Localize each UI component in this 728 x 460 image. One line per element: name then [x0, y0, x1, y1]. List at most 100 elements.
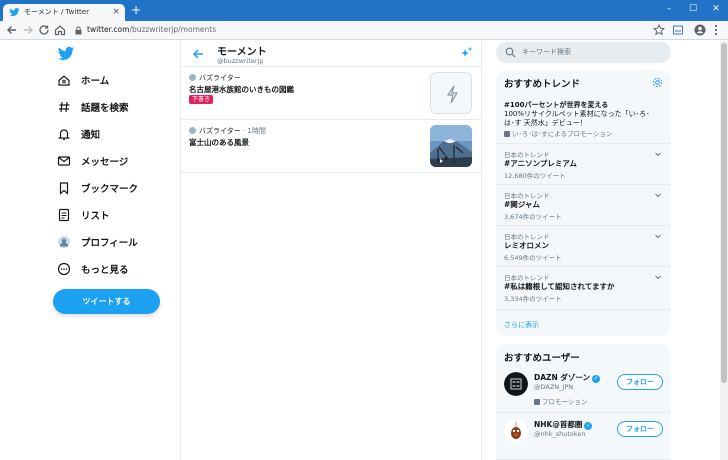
- trend-item[interactable]: #100パーセントが世界を変える 100%リサイクルペット素材になった「い･ろ･…: [496, 95, 671, 144]
- page-handle: @buzzwriterjp: [217, 57, 264, 65]
- user-handle: @DAZN_JPN: [534, 383, 574, 391]
- hashtag-icon: [59, 101, 70, 113]
- nav-messages[interactable]: メッセージ: [52, 149, 177, 173]
- show-more-link[interactable]: さらに表示: [504, 320, 539, 330]
- reload-icon[interactable]: [37, 23, 51, 37]
- page-title: モーメント: [217, 47, 267, 58]
- tab-close-icon[interactable]: ×: [112, 6, 120, 18]
- nav-more[interactable]: もっと見る: [52, 257, 177, 281]
- trends-heading: おすすめトレンド: [504, 79, 581, 90]
- nav-lists-label: リスト: [81, 211, 110, 222]
- chevron-down-icon[interactable]: [654, 232, 662, 240]
- trend-item[interactable]: 日本のトレンド #私は籍根して認知されてますか 3,334件のツイート: [496, 267, 671, 310]
- avatar: [504, 372, 528, 396]
- twitter-logo-icon[interactable]: [56, 45, 76, 63]
- maximize-button[interactable]: ☐: [684, 2, 702, 16]
- star-icon[interactable]: [652, 23, 666, 37]
- trend-name: #関ジャム: [504, 200, 540, 209]
- trend-promotion-label: い･ろ･は･すによるプロモーション: [512, 130, 613, 138]
- trend-item[interactable]: 日本のトレンド レミオロメン 6,549件のツイート: [496, 226, 671, 267]
- scrollbar[interactable]: [720, 41, 728, 460]
- search-input[interactable]: キーワード検索: [496, 42, 671, 63]
- trend-item[interactable]: 日本のトレンド #関ジャム 3,674件のツイート: [496, 185, 671, 226]
- profile-icon[interactable]: [693, 23, 707, 37]
- more-circle-icon: [57, 262, 71, 276]
- browser-tab[interactable]: モーメント / Twitter ×: [3, 4, 125, 21]
- create-moment-icon[interactable]: [459, 46, 473, 60]
- user-name: DAZN ダゾーン ✓: [534, 372, 600, 383]
- nhk-mascot-avatar: [504, 419, 528, 443]
- user-display-name: DAZN ダゾーン: [534, 373, 590, 382]
- follow-button[interactable]: フォロー: [617, 421, 663, 437]
- chevron-down-icon[interactable]: [654, 150, 662, 158]
- nav-explore[interactable]: 話題を検索: [52, 95, 177, 119]
- user-suggestion[interactable]: NHK@首都圏 ✓ @nhk_shutoken フォロー: [496, 413, 671, 460]
- back-arrow-icon[interactable]: [191, 47, 205, 61]
- promoted-icon: [534, 399, 540, 405]
- trend-name: #アニソンプレミアム: [504, 159, 577, 168]
- moment-thumbnail-photo: [430, 125, 472, 167]
- trend-count: 3,674件のツイート: [504, 213, 562, 221]
- moment-author: バズライター: [189, 73, 241, 83]
- tab-title: モーメント / Twitter: [24, 8, 89, 16]
- moment-thumbnail: [430, 72, 472, 114]
- address-bar[interactable]: twitter.com/buzzwriterjp/moments: [73, 23, 669, 38]
- nav-profile-label: プロフィール: [81, 238, 138, 249]
- chevron-down-icon[interactable]: [654, 191, 662, 199]
- nav-home-label: ホーム: [81, 76, 110, 87]
- moment-time: · 1時間: [242, 127, 266, 135]
- avatar: [58, 236, 70, 248]
- moment-item[interactable]: バズライター · 1時間 富士山のある風景: [181, 120, 481, 173]
- trends-panel: おすすめトレンド #100パーセントが世界を変える 100%リサイクルペット素材…: [496, 70, 671, 336]
- trend-name: レミオロメン: [504, 241, 549, 250]
- trend-item[interactable]: 日本のトレンド #アニソンプレミアム 12,680件のツイート: [496, 144, 671, 185]
- trend-count: 3,334件のツイート: [504, 295, 562, 303]
- promoted-icon: [504, 131, 510, 137]
- users-heading: おすすめユーザー: [504, 353, 580, 364]
- tweet-button[interactable]: ツイートする: [53, 289, 160, 314]
- moment-title: 名古屋港水族館のいきもの図鑑: [189, 85, 294, 94]
- lock-icon: [75, 26, 82, 35]
- moment-author-name: バズライター: [199, 127, 241, 135]
- scrollbar-thumb[interactable]: [721, 43, 727, 383]
- moment-title: 富士山のある風景: [189, 138, 249, 147]
- back-icon[interactable]: [5, 23, 19, 37]
- avatar: [189, 74, 196, 81]
- bell-icon: [58, 129, 70, 141]
- nav-lists[interactable]: リスト: [52, 203, 177, 227]
- search-icon: [505, 47, 516, 58]
- nav-notifications[interactable]: 通知: [52, 122, 177, 146]
- mount-fuji-photo: [430, 125, 472, 167]
- minimize-button[interactable]: –: [660, 2, 678, 16]
- gear-icon[interactable]: [652, 77, 663, 88]
- chevron-down-icon[interactable]: [654, 273, 662, 281]
- new-tab-button[interactable]: +: [130, 3, 142, 17]
- nav-bookmarks[interactable]: ブックマーク: [52, 176, 177, 200]
- nav-profile[interactable]: プロフィール: [52, 230, 177, 254]
- user-suggestion[interactable]: DAZN ダゾーン ✓ @DAZN_JPN プロモーション フォロー: [496, 366, 671, 413]
- user-promotion: プロモーション: [534, 396, 587, 406]
- list-icon: [58, 208, 70, 222]
- lightning-icon: [446, 85, 459, 104]
- nav-messages-label: メッセージ: [81, 157, 129, 168]
- close-window-button[interactable]: ✕: [707, 2, 725, 16]
- envelope-icon: [57, 156, 71, 166]
- search-placeholder: キーワード検索: [522, 48, 571, 56]
- moment-item[interactable]: バズライター 名古屋港水族館のいきもの図鑑 下書き: [181, 67, 481, 120]
- who-to-follow-panel: おすすめユーザー DAZN ダゾーン ✓ @DAZN_JPN プロモーション フォ…: [496, 344, 671, 460]
- nav-home[interactable]: ホーム: [52, 68, 177, 92]
- forward-icon[interactable]: [21, 23, 35, 37]
- follow-button[interactable]: フォロー: [617, 374, 663, 390]
- nav-more-label: もっと見る: [81, 265, 129, 276]
- browser-toolbar: twitter.com/buzzwriterjp/moments: [0, 21, 728, 40]
- menu-dots-icon[interactable]: [709, 23, 723, 37]
- dazn-logo: [504, 372, 528, 396]
- nav-bookmarks-label: ブックマーク: [81, 184, 139, 195]
- home-icon[interactable]: [53, 23, 67, 37]
- trend-count: 6,549件のツイート: [504, 254, 562, 262]
- nav-explore-label: 話題を検索: [81, 103, 129, 114]
- twitter-bird-icon: [9, 8, 20, 17]
- url-text: twitter.com/buzzwriterjp/moments: [87, 25, 216, 34]
- user-promotion-label: プロモーション: [542, 398, 588, 406]
- extension-icon[interactable]: [671, 23, 685, 37]
